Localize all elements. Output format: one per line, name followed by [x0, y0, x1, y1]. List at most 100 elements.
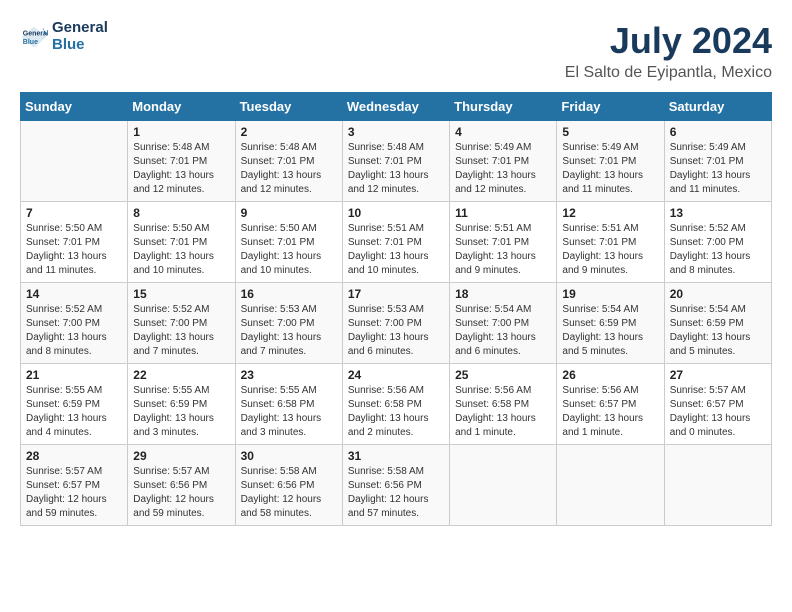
day-number: 5	[562, 125, 658, 139]
day-info: Sunrise: 5:49 AM Sunset: 7:01 PM Dayligh…	[455, 141, 551, 197]
calendar-cell: 2Sunrise: 5:48 AM Sunset: 7:01 PM Daylig…	[235, 121, 342, 202]
day-info: Sunrise: 5:52 AM Sunset: 7:00 PM Dayligh…	[670, 222, 766, 278]
calendar-cell: 21 Sunrise: 5:55 AM Sunset: 6:59 PM Dayli…	[21, 364, 128, 445]
day-number: 9	[241, 206, 337, 220]
day-number: 16	[241, 287, 337, 301]
calendar-cell: 3 Sunrise: 5:48 AM Sunset: 7:01 PM Daylig…	[342, 121, 449, 202]
day-info: Sunrise: 5:54 AM Sunset: 7:00 PM Dayligh…	[455, 303, 551, 359]
calendar-cell: 18 Sunrise: 5:54 AM Sunset: 7:00 PM Dayli…	[450, 283, 557, 364]
calendar-cell	[21, 121, 128, 202]
day-info: Sunrise: 5:58 AM Sunset: 6:56 PM Dayligh…	[348, 465, 444, 521]
day-info: Sunrise: 5:52 AM Sunset: 7:00 PM Dayligh…	[133, 303, 229, 359]
day-number: 22	[133, 368, 229, 382]
calendar-cell: 11Sunrise: 5:51 AM Sunset: 7:01 PM Dayli…	[450, 202, 557, 283]
calendar-cell: 15 Sunrise: 5:52 AM Sunset: 7:00 PM Dayli…	[128, 283, 235, 364]
day-number: 19	[562, 287, 658, 301]
weekday-header-monday: Monday	[128, 93, 235, 121]
calendar-cell: 31 Sunrise: 5:58 AM Sunset: 6:56 PM Dayli…	[342, 445, 449, 526]
calendar-cell: 20 Sunrise: 5:54 AM Sunset: 6:59 PM Dayli…	[664, 283, 771, 364]
day-info: Sunrise: 5:49 AM Sunset: 7:01 PM Dayligh…	[562, 141, 658, 197]
day-info: Sunrise: 5:55 AM Sunset: 6:59 PM Dayligh…	[26, 384, 122, 440]
day-number: 30	[241, 449, 337, 463]
day-number: 28	[26, 449, 122, 463]
day-info: Sunrise: 5:53 AM Sunset: 7:00 PM Dayligh…	[241, 303, 337, 359]
day-info: Sunrise: 5:50 AM Sunset: 7:01 PM Dayligh…	[26, 222, 122, 278]
location-title: El Salto de Eyipantla, Mexico	[565, 64, 772, 82]
day-number: 21	[26, 368, 122, 382]
day-info: Sunrise: 5:56 AM Sunset: 6:58 PM Dayligh…	[348, 384, 444, 440]
day-number: 2	[241, 125, 337, 139]
calendar-body: 1 Sunrise: 5:48 AM Sunset: 7:01 PM Daylig…	[21, 121, 772, 526]
day-info: Sunrise: 5:54 AM Sunset: 6:59 PM Dayligh…	[562, 303, 658, 359]
calendar-cell: 4 Sunrise: 5:49 AM Sunset: 7:01 PM Daylig…	[450, 121, 557, 202]
calendar-cell: 23Sunrise: 5:55 AM Sunset: 6:58 PM Dayli…	[235, 364, 342, 445]
day-number: 10	[348, 206, 444, 220]
day-info: Sunrise: 5:57 AM Sunset: 6:57 PM Dayligh…	[26, 465, 122, 521]
day-number: 12	[562, 206, 658, 220]
day-number: 18	[455, 287, 551, 301]
calendar-table: SundayMondayTuesdayWednesdayThursdayFrid…	[20, 92, 772, 526]
month-title: July 2024	[565, 20, 772, 62]
calendar-week-4: 21 Sunrise: 5:55 AM Sunset: 6:59 PM Dayli…	[21, 364, 772, 445]
day-number: 13	[670, 206, 766, 220]
day-number: 1	[133, 125, 229, 139]
calendar-cell: 30 Sunrise: 5:58 AM Sunset: 6:56 PM Dayli…	[235, 445, 342, 526]
day-info: Sunrise: 5:58 AM Sunset: 6:56 PM Dayligh…	[241, 465, 337, 521]
day-info: Sunrise: 5:48 AM Sunset: 7:01 PM Dayligh…	[133, 141, 229, 197]
calendar-cell: 24 Sunrise: 5:56 AM Sunset: 6:58 PM Dayli…	[342, 364, 449, 445]
page-header: General Blue General Blue July 2024 El S…	[20, 20, 772, 82]
day-number: 23	[241, 368, 337, 382]
day-number: 17	[348, 287, 444, 301]
day-number: 20	[670, 287, 766, 301]
day-info: Sunrise: 5:48 AM Sunset: 7:01 PM Dayligh…	[348, 141, 444, 197]
logo: General Blue General Blue	[20, 20, 108, 53]
svg-text:Blue: Blue	[23, 39, 38, 46]
calendar-cell: 1 Sunrise: 5:48 AM Sunset: 7:01 PM Daylig…	[128, 121, 235, 202]
day-number: 14	[26, 287, 122, 301]
calendar-cell: 22Sunrise: 5:55 AM Sunset: 6:59 PM Dayli…	[128, 364, 235, 445]
calendar-cell: 29Sunrise: 5:57 AM Sunset: 6:56 PM Dayli…	[128, 445, 235, 526]
calendar-cell: 10 Sunrise: 5:51 AM Sunset: 7:01 PM Dayli…	[342, 202, 449, 283]
day-info: Sunrise: 5:56 AM Sunset: 6:58 PM Dayligh…	[455, 384, 551, 440]
calendar-cell: 14 Sunrise: 5:52 AM Sunset: 7:00 PM Dayli…	[21, 283, 128, 364]
logo-general: General	[52, 20, 108, 37]
day-info: Sunrise: 5:50 AM Sunset: 7:01 PM Dayligh…	[133, 222, 229, 278]
calendar-cell: 5 Sunrise: 5:49 AM Sunset: 7:01 PM Daylig…	[557, 121, 664, 202]
title-block: July 2024 El Salto de Eyipantla, Mexico	[565, 20, 772, 82]
day-info: Sunrise: 5:52 AM Sunset: 7:00 PM Dayligh…	[26, 303, 122, 359]
calendar-cell: 7 Sunrise: 5:50 AM Sunset: 7:01 PM Daylig…	[21, 202, 128, 283]
day-number: 15	[133, 287, 229, 301]
day-number: 31	[348, 449, 444, 463]
calendar-cell: 19 Sunrise: 5:54 AM Sunset: 6:59 PM Dayli…	[557, 283, 664, 364]
day-info: Sunrise: 5:51 AM Sunset: 7:01 PM Dayligh…	[562, 222, 658, 278]
calendar-week-2: 7 Sunrise: 5:50 AM Sunset: 7:01 PM Daylig…	[21, 202, 772, 283]
day-number: 3	[348, 125, 444, 139]
calendar-week-1: 1 Sunrise: 5:48 AM Sunset: 7:01 PM Daylig…	[21, 121, 772, 202]
calendar-cell: 26 Sunrise: 5:56 AM Sunset: 6:57 PM Dayli…	[557, 364, 664, 445]
day-info: Sunrise: 5:57 AM Sunset: 6:57 PM Dayligh…	[670, 384, 766, 440]
day-number: 11	[455, 206, 551, 220]
day-number: 7	[26, 206, 122, 220]
calendar-cell: 9 Sunrise: 5:50 AM Sunset: 7:01 PM Daylig…	[235, 202, 342, 283]
calendar-cell: 17Sunrise: 5:53 AM Sunset: 7:00 PM Dayli…	[342, 283, 449, 364]
calendar-header-row: SundayMondayTuesdayWednesdayThursdayFrid…	[21, 93, 772, 121]
day-info: Sunrise: 5:50 AM Sunset: 7:01 PM Dayligh…	[241, 222, 337, 278]
weekday-header-sunday: Sunday	[21, 93, 128, 121]
logo-icon: General Blue	[20, 23, 48, 51]
calendar-cell	[664, 445, 771, 526]
calendar-cell: 25 Sunrise: 5:56 AM Sunset: 6:58 PM Dayli…	[450, 364, 557, 445]
calendar-cell: 8Sunrise: 5:50 AM Sunset: 7:01 PM Daylig…	[128, 202, 235, 283]
weekday-header-thursday: Thursday	[450, 93, 557, 121]
day-info: Sunrise: 5:56 AM Sunset: 6:57 PM Dayligh…	[562, 384, 658, 440]
day-info: Sunrise: 5:51 AM Sunset: 7:01 PM Dayligh…	[348, 222, 444, 278]
day-number: 24	[348, 368, 444, 382]
day-info: Sunrise: 5:49 AM Sunset: 7:01 PM Dayligh…	[670, 141, 766, 197]
day-info: Sunrise: 5:54 AM Sunset: 6:59 PM Dayligh…	[670, 303, 766, 359]
day-number: 26	[562, 368, 658, 382]
day-number: 25	[455, 368, 551, 382]
calendar-cell: 6Sunrise: 5:49 AM Sunset: 7:01 PM Daylig…	[664, 121, 771, 202]
day-number: 29	[133, 449, 229, 463]
weekday-header-friday: Friday	[557, 93, 664, 121]
day-number: 4	[455, 125, 551, 139]
weekday-header-wednesday: Wednesday	[342, 93, 449, 121]
